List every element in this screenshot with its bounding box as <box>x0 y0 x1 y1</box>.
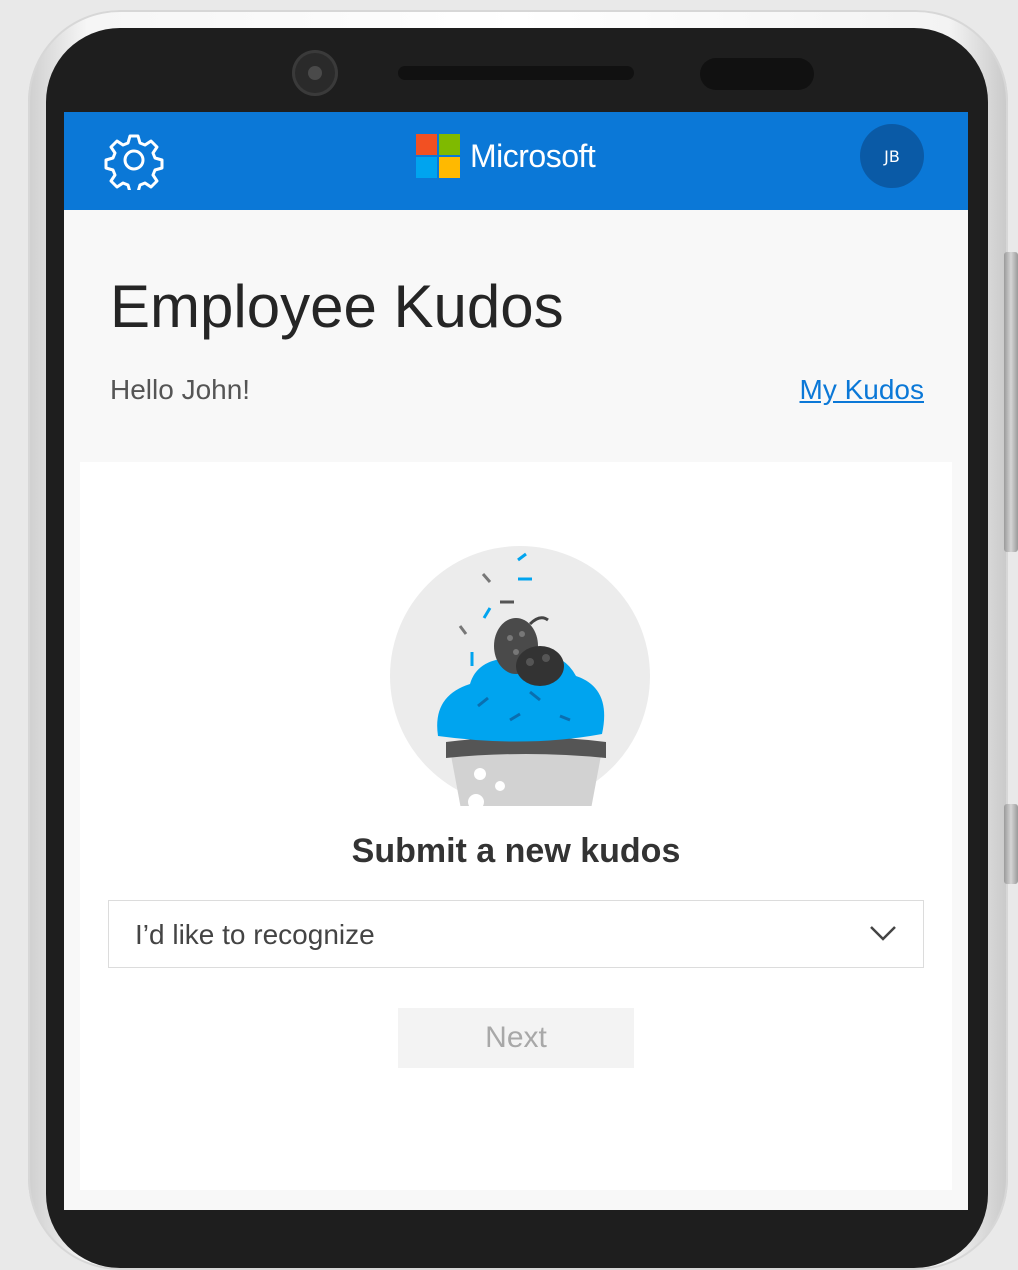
next-button[interactable]: Next <box>398 1008 634 1068</box>
microsoft-brand: Microsoft <box>416 132 596 180</box>
my-kudos-link[interactable]: My Kudos <box>800 374 925 406</box>
greeting-text: Hello John! <box>110 374 251 405</box>
gear-icon[interactable] <box>104 130 164 190</box>
app-header: Microsoft JB <box>64 112 968 210</box>
dropdown-selected-value: I’d like to recognize <box>135 919 375 950</box>
app-screen: Microsoft JB Employee Kudos Hello John! … <box>64 112 968 1210</box>
microsoft-logo-icon <box>416 134 460 178</box>
phone-side-button <box>1004 252 1018 552</box>
card-title: Submit a new kudos <box>351 832 681 870</box>
speaker-grille <box>398 66 634 80</box>
cupcake-illustration <box>390 546 650 806</box>
brand-name: Microsoft <box>470 137 596 174</box>
phone-side-button <box>1004 804 1018 884</box>
camera-icon <box>292 50 338 96</box>
chevron-down-icon <box>870 926 896 941</box>
sensor-bar <box>700 58 814 90</box>
submit-kudos-card: Submit a new kudos I’d like to recognize… <box>80 462 952 1190</box>
page-title: Employee Kudos <box>110 273 564 340</box>
avatar[interactable]: JB <box>860 124 924 188</box>
recipient-dropdown[interactable]: I’d like to recognize <box>108 900 924 968</box>
